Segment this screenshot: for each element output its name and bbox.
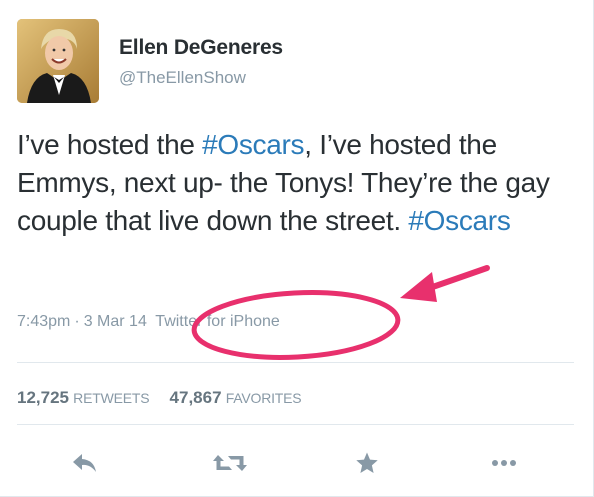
tweet-date[interactable]: 3 Mar 14 [84,313,147,330]
retweets-count: 12,725 [17,388,69,407]
star-icon [356,452,378,473]
reply-button[interactable] [67,445,103,481]
retweets-stat[interactable]: 12,725 RETWEETS [17,388,150,408]
tweet-meta: 7:43pm · 3 Mar 14 Twitter for iPhone [17,313,280,331]
tweet-text: I’ve hosted the #Oscars, I’ve hosted the… [17,126,582,240]
author-handle[interactable]: @TheEllenShow [119,68,246,88]
more-icon [492,460,516,466]
divider [17,424,574,425]
tweet-actions [0,445,594,485]
divider [17,362,574,363]
meta-separator: · [74,313,80,330]
favorites-count: 47,867 [169,388,222,407]
more-button[interactable] [486,445,522,481]
reply-icon [73,454,96,472]
tweet-stats: 12,725 RETWEETS 47,867 FAVORITES [17,388,317,408]
tweet-card: Ellen DeGeneres @TheEllenShow I’ve hoste… [0,0,594,497]
hashtag-link[interactable]: #Oscars [408,205,510,236]
avatar[interactable] [17,19,99,103]
favorites-label: FAVORITES [225,390,302,406]
avatar-image [17,19,99,103]
tweet-source[interactable]: Twitter for iPhone [155,313,280,330]
retweet-icon [213,455,247,471]
author-name[interactable]: Ellen DeGeneres [119,36,283,60]
retweets-label: RETWEETS [73,390,150,406]
favorite-button[interactable] [349,445,385,481]
retweet-button[interactable] [212,445,248,481]
favorites-stat[interactable]: 47,867 FAVORITES [170,388,302,408]
tweet-text-part: I’ve hosted the [17,129,203,160]
tweet-time[interactable]: 7:43pm [17,313,70,330]
hashtag-link[interactable]: #Oscars [202,129,304,160]
